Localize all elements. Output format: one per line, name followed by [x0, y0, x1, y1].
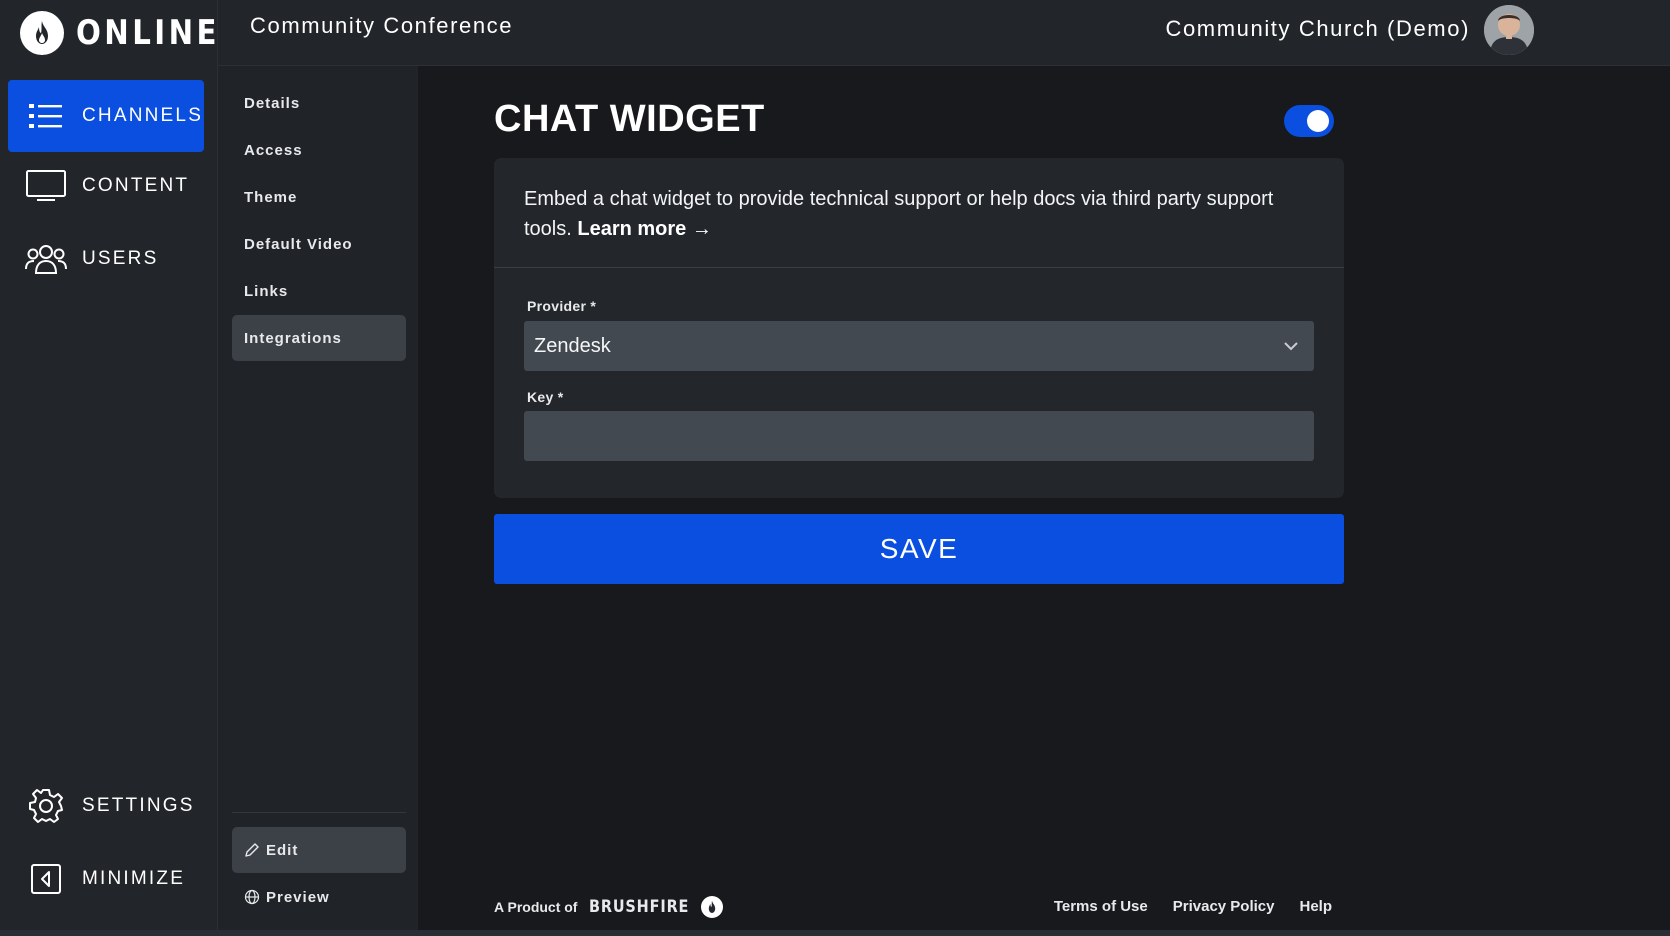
learn-more-label: Learn more — [577, 218, 687, 240]
globe-icon — [244, 889, 260, 905]
arrow-right-icon: → — [691, 218, 712, 240]
organization-name[interactable]: Community Church (Demo) — [1165, 16, 1470, 42]
pencil-icon — [244, 842, 260, 858]
edit-label: Edit — [266, 841, 299, 859]
card-description: Embed a chat widget to provide technical… — [524, 184, 1314, 244]
brand-name: ONLINE — [76, 13, 220, 53]
provider-label: Provider * — [527, 298, 597, 314]
nav-item-channels[interactable]: CHANNELS — [8, 80, 204, 152]
subnav-item-integrations[interactable]: Integrations — [232, 315, 406, 361]
list-icon — [24, 94, 68, 138]
primary-sidebar: ONLINE CHANNELS CONTENT USERS SETTINGS M… — [0, 0, 218, 936]
subnav-divider — [232, 812, 406, 813]
subnav-item-default-video[interactable]: Default Video — [232, 221, 406, 267]
product-of-text: A Product of — [494, 899, 578, 915]
provider-select[interactable]: Zendesk — [524, 321, 1314, 371]
page-title: CHAT WIDGET — [494, 98, 765, 140]
nav-item-content[interactable]: CONTENT — [8, 150, 204, 222]
nav-label-users: USERS — [82, 248, 159, 269]
nav-label-channels: CHANNELS — [82, 105, 204, 126]
conference-title: Community Conference — [250, 13, 514, 38]
save-button[interactable]: SAVE — [494, 514, 1344, 584]
secondary-sidebar: Details Access Theme Default Video Links… — [218, 66, 418, 936]
bottom-strip — [0, 930, 1670, 936]
collapse-icon — [24, 857, 68, 901]
app-logo[interactable]: ONLINE — [20, 10, 243, 56]
footer-brand: A Product of BRUSHFIRE — [494, 896, 724, 918]
avatar[interactable] — [1484, 5, 1534, 55]
chat-widget-toggle[interactable] — [1284, 105, 1334, 137]
key-label: Key * — [527, 389, 564, 405]
footer-links: Terms of Use Privacy Policy Help — [1054, 898, 1332, 915]
subnav-item-theme[interactable]: Theme — [232, 174, 406, 220]
nav-item-users[interactable]: USERS — [8, 223, 204, 295]
brushfire-flame-icon — [701, 896, 724, 918]
nav-item-minimize[interactable]: MINIMIZE — [8, 843, 204, 915]
learn-more-link[interactable]: Learn more → — [577, 218, 712, 240]
brushfire-wordmark[interactable]: BRUSHFIRE — [589, 897, 689, 917]
flame-logo-icon — [20, 11, 64, 55]
key-input[interactable] — [524, 411, 1314, 461]
preview-button[interactable]: Preview — [232, 874, 406, 920]
provider-value: Zendesk — [534, 335, 611, 357]
card-divider — [494, 267, 1344, 268]
users-icon — [24, 237, 68, 281]
subnav-item-details[interactable]: Details — [232, 80, 406, 126]
nav-item-settings[interactable]: SETTINGS — [8, 770, 204, 842]
toggle-knob — [1307, 110, 1329, 132]
top-header: Community Conference Community Church (D… — [218, 0, 1670, 66]
chevron-down-icon — [1282, 337, 1300, 355]
gear-icon — [24, 784, 68, 828]
subnav-item-access[interactable]: Access — [232, 127, 406, 173]
subnav-item-links[interactable]: Links — [232, 268, 406, 314]
chat-widget-card: Embed a chat widget to provide technical… — [494, 158, 1344, 498]
nav-label-content: CONTENT — [82, 175, 190, 196]
nav-label-minimize: MINIMIZE — [82, 868, 186, 889]
help-link[interactable]: Help — [1299, 898, 1332, 915]
privacy-policy-link[interactable]: Privacy Policy — [1173, 898, 1275, 915]
nav-label-settings: SETTINGS — [82, 795, 195, 816]
preview-label: Preview — [266, 888, 330, 906]
edit-button[interactable]: Edit — [232, 827, 406, 873]
terms-of-use-link[interactable]: Terms of Use — [1054, 898, 1148, 915]
monitor-icon — [24, 164, 68, 208]
